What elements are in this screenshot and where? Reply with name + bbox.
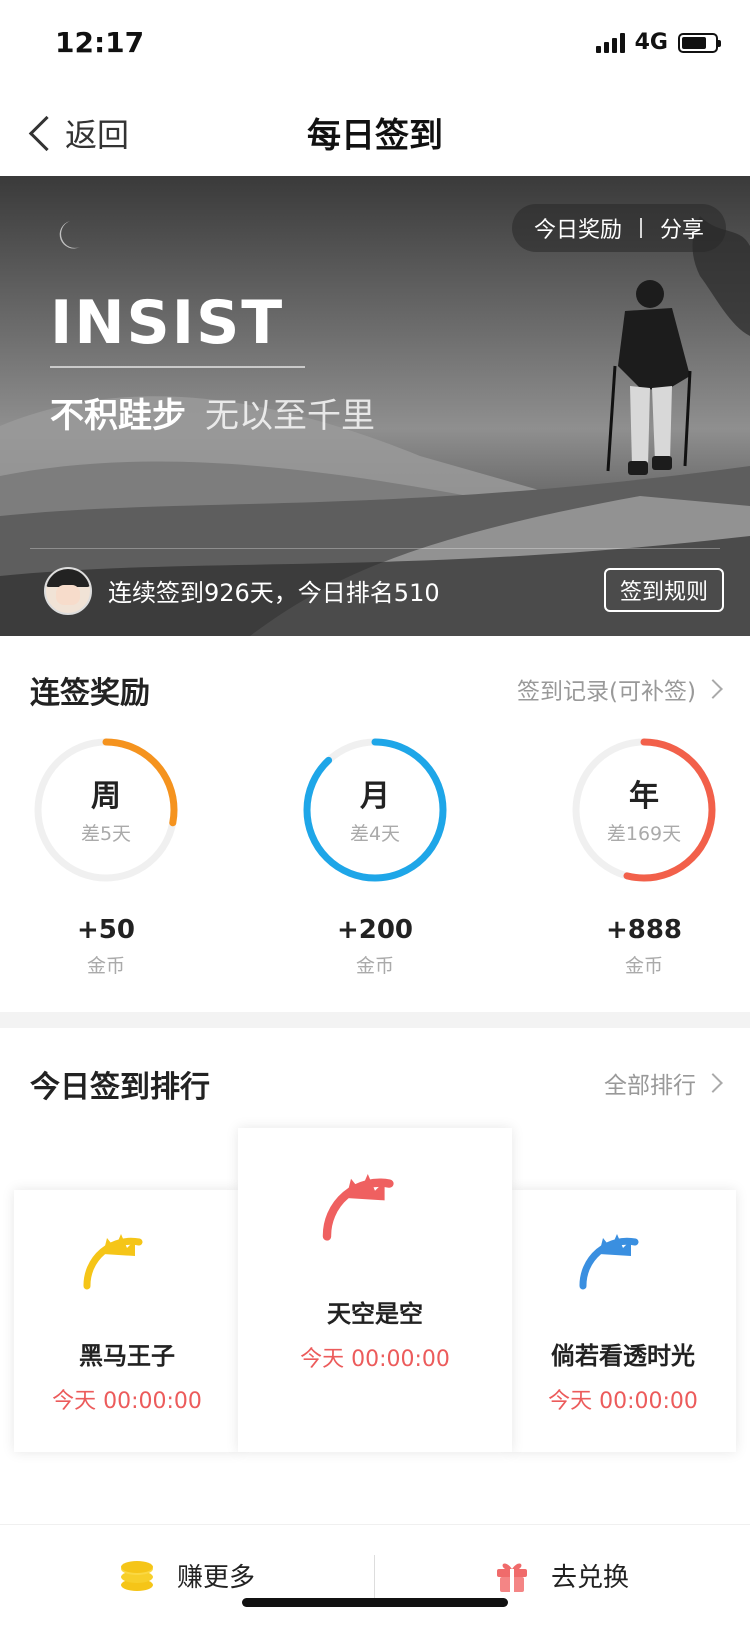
reward-remaining: 差169天: [606, 823, 682, 845]
reward-amount: +888: [605, 915, 683, 945]
status-time: 12:17: [55, 26, 145, 59]
earn-more-button[interactable]: 赚更多: [0, 1525, 374, 1625]
rewards-title: 连签奖励: [30, 676, 150, 711]
sign-in-record-label: 签到记录(可补签): [517, 679, 696, 705]
reward-unit: 金币: [86, 955, 125, 977]
rank-card-1[interactable]: 天空是空 今天 00:00:00: [238, 1128, 512, 1452]
battery-icon: [678, 32, 721, 53]
home-indicator: [242, 1598, 508, 1607]
headline-underline: [50, 366, 305, 368]
bottom-action-bar: 赚更多 去兑换: [0, 1524, 750, 1625]
reward-amount: +200: [336, 915, 414, 945]
hero-banner: 今日奖励 分享 INSIST 不积跬步 无以至千里 连续签到926天，今日排名5…: [0, 176, 750, 636]
status-bar: 12:17 4G: [0, 0, 750, 88]
reward-year[interactable]: 年 差169天 +888 金币: [564, 735, 724, 978]
rank-user-name: 黑马王子: [79, 1342, 175, 1370]
reward-unit: 金币: [624, 955, 663, 977]
redeem-button[interactable]: 去兑换: [375, 1525, 749, 1625]
reward-period: 月: [360, 779, 390, 814]
chevron-right-icon: [703, 1073, 723, 1093]
earn-more-label: 赚更多: [176, 1562, 255, 1593]
reward-unit: 金币: [355, 955, 394, 977]
all-ranking-label: 全部排行: [604, 1073, 696, 1099]
sign-in-record-link[interactable]: 签到记录(可补签): [517, 672, 723, 706]
avatar[interactable]: [44, 567, 92, 615]
banner-divider: [30, 548, 720, 549]
crown-icon: [322, 1174, 394, 1241]
reward-week[interactable]: 周 差5天 +50 金币: [26, 735, 186, 978]
ranking-title: 今日签到排行: [30, 1070, 210, 1105]
crown-icon: [83, 1234, 143, 1290]
motto-light: 无以至千里: [205, 396, 375, 436]
section-separator: [0, 1012, 750, 1028]
rank-sign-time: 今天 00:00:00: [300, 1347, 450, 1372]
share-link[interactable]: 分享: [660, 212, 704, 244]
motto-bold: 不积跬步: [50, 396, 186, 436]
reward-month[interactable]: 月 差4天 +200 金币: [295, 735, 455, 978]
reward-period: 年: [629, 779, 659, 814]
reward-amount: +50: [77, 915, 135, 945]
today-reward-link[interactable]: 今日奖励: [534, 212, 622, 244]
chevron-right-icon: [703, 679, 723, 699]
pill-divider: [639, 218, 642, 238]
rank-user-name: 天空是空: [327, 1300, 423, 1328]
banner-headline: INSIST: [50, 288, 285, 358]
network-type: 4G: [634, 30, 668, 55]
redeem-label: 去兑换: [550, 1562, 629, 1593]
streak-info: 连续签到926天，今日排名510: [108, 579, 440, 607]
gift-icon: [496, 1563, 527, 1592]
all-ranking-link[interactable]: 全部排行: [604, 1066, 723, 1100]
reward-remaining: 差4天: [349, 823, 401, 845]
sign-in-rules-button[interactable]: 签到规则: [604, 568, 724, 612]
rank-card-2[interactable]: 黑马王子 今天 00:00:00: [14, 1190, 240, 1452]
signal-icon: [595, 32, 625, 53]
banner-actions: 今日奖励 分享: [511, 204, 726, 252]
rank-user-name: 倘若看透时光: [551, 1342, 695, 1370]
rank-sign-time: 今天 00:00:00: [548, 1389, 698, 1414]
nav-bar: 返回 每日签到: [0, 88, 750, 177]
rank-card-3[interactable]: 倘若看透时光 今天 00:00:00: [510, 1190, 736, 1452]
reward-remaining: 差5天: [80, 823, 132, 845]
page-title: 每日签到: [307, 116, 443, 156]
rank-sign-time: 今天 00:00:00: [52, 1389, 202, 1414]
reward-period: 周: [91, 779, 121, 814]
coins-icon: [120, 1561, 153, 1591]
crown-icon: [579, 1234, 639, 1290]
